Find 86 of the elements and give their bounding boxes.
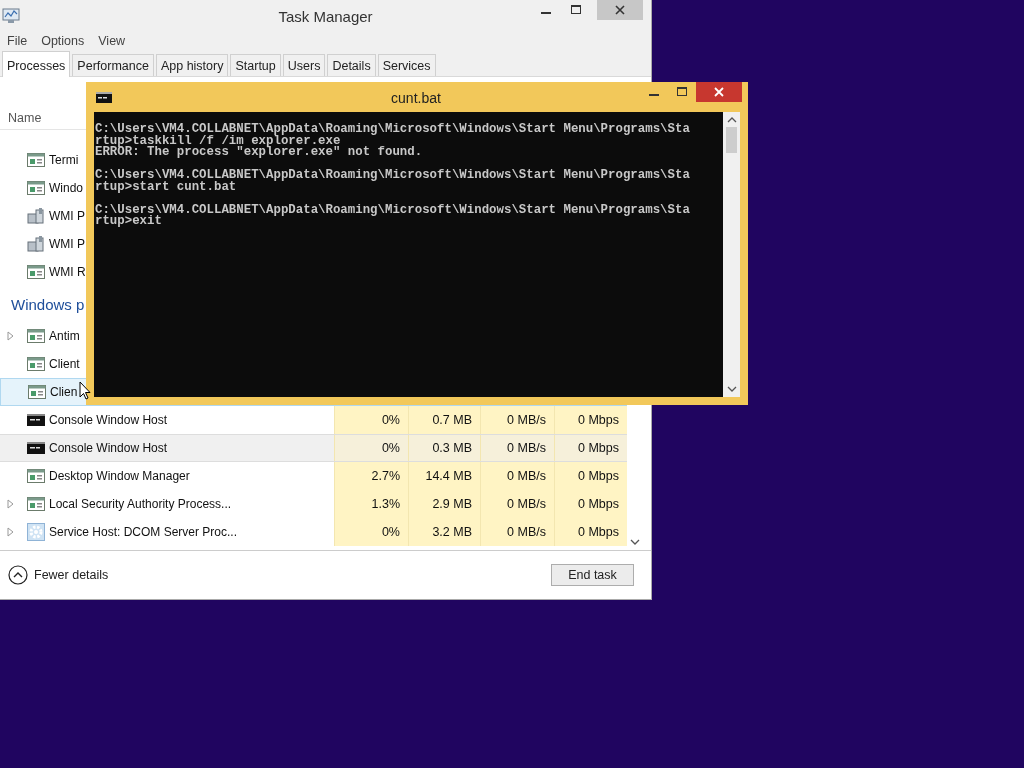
memory-value: 0.3 MB bbox=[432, 441, 472, 455]
process-name: Local Security Authority Process... bbox=[49, 497, 232, 511]
disk-value: 0 MB/s bbox=[507, 469, 546, 483]
disk-value: 0 MB/s bbox=[507, 525, 546, 539]
scroll-thumb[interactable] bbox=[726, 127, 737, 153]
menu-item[interactable]: File bbox=[7, 34, 28, 48]
console-line: ERROR: The process "explorer.exe" not found. bbox=[95, 147, 424, 160]
monitor-icon bbox=[2, 8, 20, 24]
window-title: cunt.bat bbox=[390, 90, 442, 106]
window-icon bbox=[27, 265, 45, 279]
tab[interactable]: App history bbox=[155, 54, 229, 76]
close-icon[interactable] bbox=[696, 82, 742, 102]
process-name: WMI R bbox=[49, 265, 86, 279]
network-value: 0 Mbps bbox=[578, 497, 619, 511]
process-name: WMI P bbox=[49, 209, 85, 223]
process-name: Console Window Host bbox=[49, 413, 168, 427]
tab[interactable]: Details bbox=[327, 54, 376, 76]
process-row[interactable]: Console Window Host 0% 0.3 MB 0 MB/s 0 Mbps bbox=[0, 434, 627, 462]
process-name: Windo bbox=[49, 181, 83, 195]
console-icon bbox=[27, 414, 45, 426]
window-icon bbox=[27, 469, 45, 483]
memory-value: 14.4 MB bbox=[425, 469, 472, 483]
window-icon bbox=[28, 385, 46, 399]
cpu-value: 0% bbox=[381, 525, 400, 539]
process-row[interactable]: Local Security Authority Process... 1.3% 2.9 MB 0 MB/s 0 Mbps bbox=[0, 490, 627, 518]
process-row[interactable]: Service Host: DCOM Server Proc... 0% 3.2 MB 0 MB/s 0 Mbps bbox=[0, 518, 627, 546]
cpu-value: 0% bbox=[381, 413, 400, 427]
disk-value: 0 MB/s bbox=[507, 441, 546, 455]
tab[interactable]: Startup bbox=[230, 54, 281, 76]
console-line: C:\Users\VM4.COLLABNET\AppData\Roaming\Microsoft\Windows\Start Menu\Programs\Sta bbox=[95, 170, 691, 182]
process-name: Termi bbox=[49, 153, 79, 167]
process-name: Service Host: DCOM Server Proc... bbox=[49, 525, 238, 539]
process-name: Clien bbox=[50, 385, 78, 399]
console-line: C:\Users\VM4.COLLABNET\AppData\Roaming\Microsoft\Windows\Start Menu\Programs\Sta bbox=[95, 204, 691, 217]
scroll-up-icon[interactable] bbox=[726, 117, 737, 123]
expand-icon[interactable] bbox=[7, 499, 15, 509]
window-icon bbox=[27, 497, 45, 511]
memory-value: 3.2 MB bbox=[432, 525, 472, 539]
disk-value: 0 MB/s bbox=[507, 497, 546, 511]
window-icon bbox=[27, 153, 45, 167]
cpu-value: 1.3% bbox=[371, 497, 400, 511]
memory-value: 2.9 MB bbox=[432, 497, 472, 511]
gear-icon bbox=[27, 523, 45, 541]
cpu-value: 2.7% bbox=[371, 469, 400, 483]
menu-item[interactable]: View bbox=[98, 34, 126, 48]
scroll-down-icon[interactable] bbox=[726, 386, 737, 392]
mouse-cursor-icon bbox=[79, 381, 91, 400]
network-value: 0 Mbps bbox=[578, 469, 619, 483]
tab[interactable]: Services bbox=[377, 54, 436, 76]
end-task-button[interactable]: End task bbox=[551, 564, 634, 586]
console-icon bbox=[96, 92, 112, 103]
disk-value: 0 MB/s bbox=[507, 413, 546, 427]
group-heading: Windows p bbox=[11, 295, 85, 313]
network-value: 0 Mbps bbox=[578, 413, 619, 427]
network-value: 0 Mbps bbox=[578, 441, 619, 455]
process-name: Console Window Host bbox=[49, 441, 168, 455]
window-icon bbox=[27, 181, 45, 195]
process-name: Desktop Window Manager bbox=[49, 469, 190, 483]
tab[interactable]: Processes bbox=[2, 51, 71, 77]
menu-item[interactable]: Options bbox=[41, 34, 85, 48]
window-title: Task Manager bbox=[277, 7, 374, 25]
process-name: Antim bbox=[49, 329, 80, 343]
window-icon bbox=[27, 329, 45, 343]
server-icon bbox=[27, 236, 45, 252]
tab[interactable]: Performance bbox=[72, 54, 154, 76]
process-row[interactable]: Desktop Window Manager 2.7% 14.4 MB 0 MB/s 0 Mbps bbox=[0, 462, 627, 490]
network-value: 0 Mbps bbox=[578, 525, 619, 539]
console-line: rtup>start cunt.bat bbox=[95, 181, 237, 194]
console-line: C:\Users\VM4.COLLABNET\AppData\Roaming\Microsoft\Windows\Start Menu\Programs\Sta bbox=[95, 124, 691, 136]
process-name: Client bbox=[49, 357, 80, 371]
expand-icon[interactable] bbox=[7, 527, 15, 537]
tab[interactable]: Users bbox=[282, 54, 326, 76]
memory-value: 0.7 MB bbox=[432, 413, 472, 427]
server-icon bbox=[27, 208, 45, 224]
expand-icon[interactable] bbox=[7, 331, 15, 341]
fewer-details-link[interactable]: Fewer details bbox=[34, 568, 109, 582]
scroll-down-icon[interactable] bbox=[630, 539, 640, 545]
console-icon bbox=[27, 442, 45, 454]
window-icon bbox=[27, 357, 45, 371]
column-header[interactable]: Name bbox=[8, 111, 42, 125]
process-name: WMI P bbox=[49, 237, 85, 251]
cpu-value: 0% bbox=[381, 441, 400, 455]
process-row[interactable]: Console Window Host 0% 0.7 MB 0 MB/s 0 Mbps bbox=[0, 406, 627, 434]
close-icon[interactable] bbox=[597, 0, 643, 20]
collapse-icon[interactable] bbox=[8, 565, 28, 585]
console-line: rtup>exit bbox=[95, 216, 162, 228]
